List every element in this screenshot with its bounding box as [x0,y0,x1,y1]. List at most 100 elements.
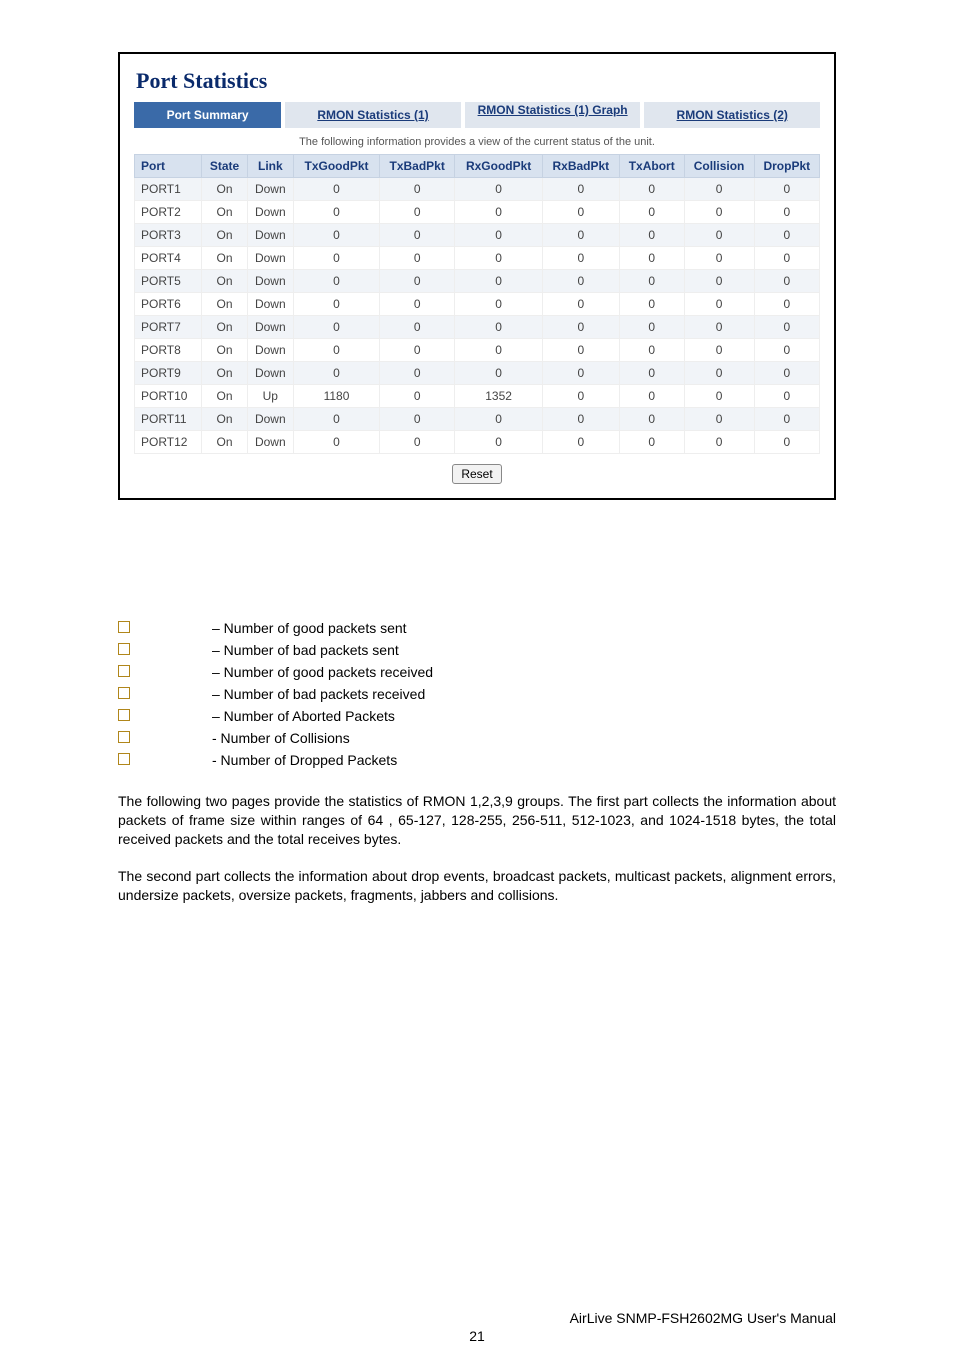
list-item: - Number of Collisions [118,730,836,746]
cell-txgood: 0 [294,408,380,431]
cell-collision: 0 [684,224,754,247]
paragraph: The second part collects the information… [118,867,836,905]
cell-rxgood: 0 [455,224,542,247]
cell-rxgood: 0 [455,270,542,293]
cell-rxgood: 0 [455,247,542,270]
table-row: PORT12OnDown0000000 [135,431,820,454]
cell-port: PORT6 [135,293,202,316]
cell-rxbad: 0 [542,201,619,224]
cell-txbad: 0 [379,247,455,270]
table-row: PORT11OnDown0000000 [135,408,820,431]
cell-port: PORT8 [135,339,202,362]
cell-state: On [202,385,247,408]
cell-txabort: 0 [619,339,684,362]
paragraph: The following two pages provide the stat… [118,792,836,849]
bullet-text: – Number of bad packets received [212,686,425,702]
cell-txbad: 0 [379,362,455,385]
tab-port-summary[interactable]: Port Summary [134,102,281,128]
cell-txabort: 0 [619,293,684,316]
cell-collision: 0 [684,270,754,293]
cell-link: Down [247,247,294,270]
table-row: PORT2OnDown0000000 [135,201,820,224]
cell-txbad: 0 [379,178,455,201]
bullet-text: - Number of Dropped Packets [212,752,397,768]
tab-rmon-1[interactable]: RMON Statistics (1) [285,102,461,128]
cell-state: On [202,316,247,339]
table-row: PORT3OnDown0000000 [135,224,820,247]
cell-link: Up [247,385,294,408]
panel-caption: The following information provides a vie… [134,136,820,148]
cell-txabort: 0 [619,316,684,339]
cell-port: PORT11 [135,408,202,431]
reset-button[interactable]: Reset [452,464,501,484]
cell-link: Down [247,224,294,247]
cell-droppkt: 0 [754,270,819,293]
cell-txabort: 0 [619,362,684,385]
cell-txabort: 0 [619,431,684,454]
table-row: PORT10OnUp1180013520000 [135,385,820,408]
cell-txgood: 0 [294,431,380,454]
col-txbad: TxBadPkt [379,155,455,178]
cell-port: PORT12 [135,431,202,454]
bullets-list: – Number of good packets sent – Number o… [118,620,836,768]
table-row: PORT4OnDown0000000 [135,247,820,270]
col-collision: Collision [684,155,754,178]
col-rxbad: RxBadPkt [542,155,619,178]
list-item: - Number of Dropped Packets [118,752,836,768]
list-item: – Number of bad packets received [118,686,836,702]
cell-port: PORT1 [135,178,202,201]
bullet-icon [118,731,130,743]
cell-rxbad: 0 [542,339,619,362]
cell-droppkt: 0 [754,247,819,270]
cell-txgood: 0 [294,293,380,316]
cell-rxgood: 0 [455,201,542,224]
stats-table: Port State Link TxGoodPkt TxBadPkt RxGoo… [134,154,820,454]
cell-state: On [202,293,247,316]
cell-txgood: 0 [294,247,380,270]
page-number: 21 [0,1328,954,1344]
col-link: Link [247,155,294,178]
bullet-icon [118,643,130,655]
cell-txgood: 0 [294,362,380,385]
cell-rxgood: 0 [455,178,542,201]
cell-rxbad: 0 [542,270,619,293]
cell-droppkt: 0 [754,408,819,431]
cell-rxgood: 0 [455,316,542,339]
cell-collision: 0 [684,362,754,385]
bullet-text: - Number of Collisions [212,730,350,746]
bullet-text: – Number of Aborted Packets [212,708,395,724]
cell-txabort: 0 [619,385,684,408]
bullet-icon [118,709,130,721]
cell-collision: 0 [684,385,754,408]
table-row: PORT6OnDown0000000 [135,293,820,316]
cell-port: PORT9 [135,362,202,385]
cell-txbad: 0 [379,408,455,431]
cell-droppkt: 0 [754,316,819,339]
cell-txbad: 0 [379,201,455,224]
panel-title: Port Statistics [136,68,820,94]
cell-link: Down [247,362,294,385]
manual-title: AirLive SNMP-FSH2602MG User's Manual [570,1310,836,1326]
cell-droppkt: 0 [754,224,819,247]
bullet-text: – Number of bad packets sent [212,642,399,658]
cell-state: On [202,247,247,270]
list-item: – Number of bad packets sent [118,642,836,658]
cell-txabort: 0 [619,408,684,431]
cell-txgood: 1180 [294,385,380,408]
tab-rmon-2[interactable]: RMON Statistics (2) [644,102,820,128]
cell-rxbad: 0 [542,431,619,454]
bullet-text: – Number of good packets received [212,664,433,680]
cell-state: On [202,339,247,362]
cell-droppkt: 0 [754,362,819,385]
list-item: – Number of good packets sent [118,620,836,636]
cell-droppkt: 0 [754,339,819,362]
col-state: State [202,155,247,178]
cell-state: On [202,362,247,385]
tab-rmon-1-graph[interactable]: RMON Statistics (1) Graph [465,102,641,128]
cell-rxgood: 0 [455,293,542,316]
cell-txgood: 0 [294,339,380,362]
cell-collision: 0 [684,293,754,316]
cell-txbad: 0 [379,385,455,408]
cell-txbad: 0 [379,339,455,362]
cell-port: PORT5 [135,270,202,293]
